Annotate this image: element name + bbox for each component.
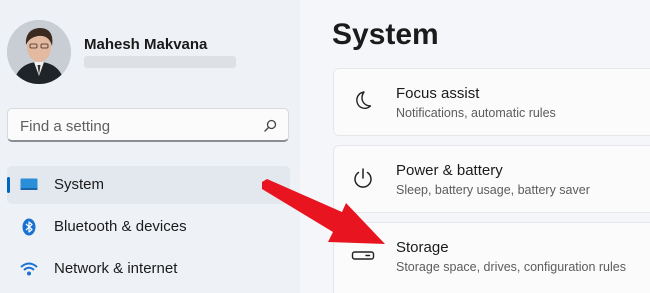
wifi-icon	[20, 261, 38, 277]
sidebar-item-label: Network & internet	[54, 260, 178, 277]
card-title: Focus assist	[396, 85, 480, 102]
power-icon	[351, 166, 375, 190]
selection-indicator	[7, 177, 10, 193]
card-subtitle: Storage space, drives, configuration rul…	[396, 260, 626, 274]
sidebar-item-label: System	[54, 176, 105, 193]
user-name: Mahesh Makvana	[84, 36, 208, 53]
sidebar-item-bluetooth-devices[interactable]: Bluetooth & devices	[7, 208, 290, 246]
page-title: System	[332, 18, 439, 51]
navigation-pane: Mahesh Makvana Find a setting System Blu…	[0, 0, 300, 293]
system-monitor-icon	[20, 177, 38, 193]
sidebar-item-network-internet[interactable]: Network & internet	[7, 250, 290, 288]
search-icon[interactable]	[262, 118, 278, 134]
card-subtitle: Sleep, battery usage, battery saver	[396, 183, 590, 197]
card-title: Power & battery	[396, 162, 503, 179]
sidebar-item-system[interactable]: System	[7, 166, 290, 204]
bluetooth-icon	[20, 218, 38, 236]
avatar[interactable]	[7, 20, 71, 84]
search-placeholder: Find a setting	[20, 118, 111, 135]
card-subtitle: Notifications, automatic rules	[396, 106, 556, 120]
settings-card-power-battery[interactable]: Power & battery Sleep, battery usage, ba…	[333, 145, 650, 213]
card-title: Storage	[396, 239, 449, 256]
storage-drive-icon	[351, 243, 375, 267]
settings-card-focus-assist[interactable]: Focus assist Notifications, automatic ru…	[333, 68, 650, 136]
settings-card-storage[interactable]: Storage Storage space, drives, configura…	[333, 222, 650, 293]
user-email-redacted	[84, 56, 236, 68]
moon-icon	[351, 89, 375, 113]
sidebar-item-label: Bluetooth & devices	[54, 218, 187, 235]
search-input[interactable]: Find a setting	[7, 108, 289, 142]
